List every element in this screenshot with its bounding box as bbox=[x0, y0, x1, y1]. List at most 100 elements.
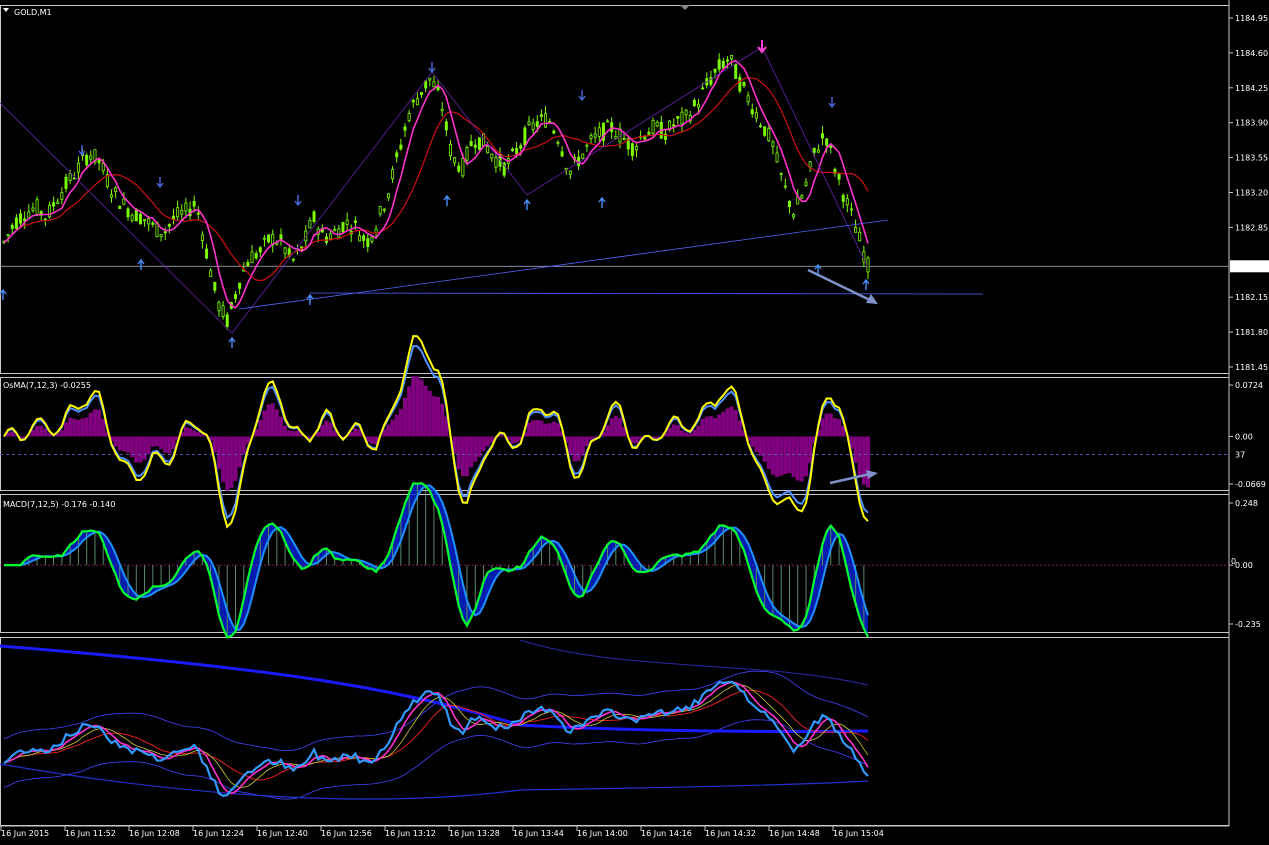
candle-body bbox=[163, 231, 167, 234]
candle-body bbox=[126, 208, 130, 218]
candle-body bbox=[647, 131, 651, 135]
macd-tick-label: 0.00 bbox=[1235, 561, 1253, 570]
time-tick-label: 16 Jun 12:08 bbox=[129, 829, 180, 838]
candle-body bbox=[267, 234, 271, 243]
candle-body bbox=[465, 146, 469, 161]
candle-body bbox=[378, 206, 382, 215]
time-tick-label: 16 Jun 15:04 bbox=[833, 829, 884, 838]
candle-body bbox=[680, 111, 684, 125]
candle-body bbox=[180, 210, 184, 215]
candle-body bbox=[779, 172, 783, 175]
fractal-up-arrow-icon bbox=[443, 194, 451, 206]
candle-body bbox=[692, 100, 696, 107]
candle-body bbox=[420, 92, 424, 95]
candle-body bbox=[333, 229, 337, 232]
candle-body bbox=[763, 126, 767, 136]
candle-body bbox=[391, 169, 395, 180]
candle-body bbox=[345, 219, 349, 225]
time-tick-label: 16 Jun 11:52 bbox=[65, 829, 116, 838]
candle-body bbox=[610, 122, 614, 133]
fractal-up-arrow-icon bbox=[523, 198, 531, 210]
candle-body bbox=[812, 147, 816, 153]
candle-body bbox=[428, 77, 432, 81]
candle-body bbox=[151, 222, 155, 225]
zigzag-line bbox=[0, 46, 869, 334]
candle-body bbox=[382, 208, 386, 211]
candle-body bbox=[858, 231, 862, 242]
candle-body bbox=[771, 141, 775, 147]
candle-body bbox=[787, 200, 791, 207]
candle-body bbox=[750, 109, 754, 115]
candle-body bbox=[159, 234, 163, 238]
candle-body bbox=[283, 247, 287, 254]
candle-body bbox=[544, 113, 548, 128]
candle-body bbox=[701, 87, 705, 90]
time-tick-label: 16 Jun 12:24 bbox=[193, 829, 244, 838]
candle-body bbox=[370, 236, 374, 242]
price-tick-label: 1181.80 bbox=[1235, 328, 1268, 337]
candle-body bbox=[734, 63, 738, 79]
time-tick-label: 16 Jun 13:12 bbox=[385, 829, 436, 838]
candle-body bbox=[176, 207, 180, 218]
candle-body bbox=[362, 235, 366, 241]
candle-body bbox=[697, 103, 701, 108]
time-tick-label: 16 Jun 2015 bbox=[1, 829, 49, 838]
candle-body bbox=[10, 224, 14, 229]
fractal-up-arrow-icon bbox=[137, 258, 145, 270]
candle-body bbox=[238, 282, 242, 289]
price-tick-label: 1184.95 bbox=[1235, 14, 1268, 23]
candle-body bbox=[841, 195, 845, 202]
candle-body bbox=[114, 187, 118, 192]
time-tick-label: 16 Jun 14:00 bbox=[577, 829, 628, 838]
candle-body bbox=[742, 81, 746, 87]
candle-body bbox=[759, 125, 763, 128]
candle-body bbox=[866, 257, 870, 273]
osma-tick-label: 0.00 bbox=[1235, 432, 1253, 441]
candle-body bbox=[14, 217, 18, 229]
candle-body bbox=[432, 81, 436, 88]
candle-body bbox=[213, 281, 217, 291]
candle-body bbox=[453, 157, 457, 164]
fractal-down-arrow-icon bbox=[156, 177, 164, 189]
candle-body bbox=[655, 121, 659, 127]
candle-body bbox=[329, 233, 333, 240]
candle-body bbox=[651, 120, 655, 134]
candle-body bbox=[800, 195, 804, 199]
candle-body bbox=[730, 54, 734, 60]
fractal-down-arrow-icon bbox=[428, 62, 436, 74]
price-tick-label: 1183.55 bbox=[1235, 154, 1268, 163]
candle-body bbox=[746, 95, 750, 103]
fractal-down-arrow-icon bbox=[578, 90, 586, 102]
candle-body bbox=[217, 302, 221, 312]
candle-body bbox=[85, 154, 89, 166]
divergence-arrowhead-osma bbox=[866, 470, 878, 479]
horizontal-trendline bbox=[309, 292, 984, 295]
time-tick-label: 16 Jun 14:16 bbox=[641, 829, 692, 838]
candle-body bbox=[593, 133, 597, 138]
candle-body bbox=[490, 153, 494, 159]
candle-body bbox=[816, 149, 820, 153]
candle-body bbox=[192, 201, 196, 207]
candle-body bbox=[225, 314, 229, 327]
candle-body bbox=[804, 181, 808, 186]
candle-body bbox=[353, 220, 357, 224]
candle-body bbox=[56, 201, 60, 204]
candle-body bbox=[560, 151, 564, 157]
candle-body bbox=[721, 60, 725, 69]
price-tick-label: 1184.25 bbox=[1235, 84, 1268, 93]
candle-body bbox=[854, 226, 858, 233]
candle-body bbox=[27, 211, 31, 219]
candle-body bbox=[200, 234, 204, 241]
candle-body bbox=[254, 253, 258, 259]
candle-body bbox=[523, 127, 527, 146]
shift-marker-icon bbox=[680, 5, 690, 10]
candle-body bbox=[358, 235, 362, 242]
osma-tick-label: 0.0724 bbox=[1235, 381, 1263, 390]
candle-body bbox=[395, 152, 399, 158]
time-tick-label: 16 Jun 12:40 bbox=[257, 829, 308, 838]
candle-body bbox=[399, 144, 403, 150]
candle-body bbox=[568, 170, 572, 175]
candle-body bbox=[527, 121, 531, 125]
band-upper-line bbox=[3, 670, 869, 752]
candle-body bbox=[510, 148, 514, 151]
